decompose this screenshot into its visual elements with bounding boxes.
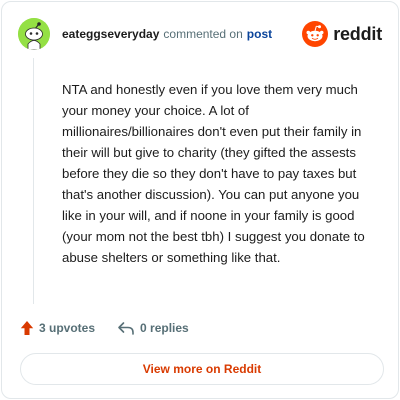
comment-attribution: eateggseveryday commented on post	[62, 27, 272, 41]
reply-count: 0 replies	[140, 321, 189, 335]
reddit-wordmark: reddit	[333, 23, 382, 44]
user-avatar[interactable]	[18, 18, 50, 50]
comment-header: eateggseveryday commented on post reddit	[18, 18, 382, 50]
reply-button[interactable]: 0 replies	[117, 320, 189, 336]
upvote-arrow-icon	[20, 321, 34, 335]
reply-arrow-icon	[118, 322, 134, 335]
commented-on-label: commented on	[163, 27, 243, 41]
comment-body: NTA and honestly even if you love them v…	[62, 82, 365, 265]
comment-embed-card: eateggseveryday commented on post reddit…	[1, 1, 399, 399]
upvote-count: 3 upvotes	[39, 321, 96, 335]
snoo-avatar-icon	[18, 18, 50, 50]
reddit-logo-icon	[302, 21, 329, 47]
username-link[interactable]: eateggseveryday	[62, 27, 159, 41]
comment-actions: 3 upvotes 0 replies	[20, 317, 189, 339]
view-more-button[interactable]: View more on Reddit	[20, 353, 384, 385]
upvote-button[interactable]: 3 upvotes	[20, 320, 95, 336]
post-link[interactable]: post	[247, 27, 272, 41]
reddit-brand-logo[interactable]: reddit	[302, 21, 382, 47]
thread-line	[33, 58, 34, 304]
